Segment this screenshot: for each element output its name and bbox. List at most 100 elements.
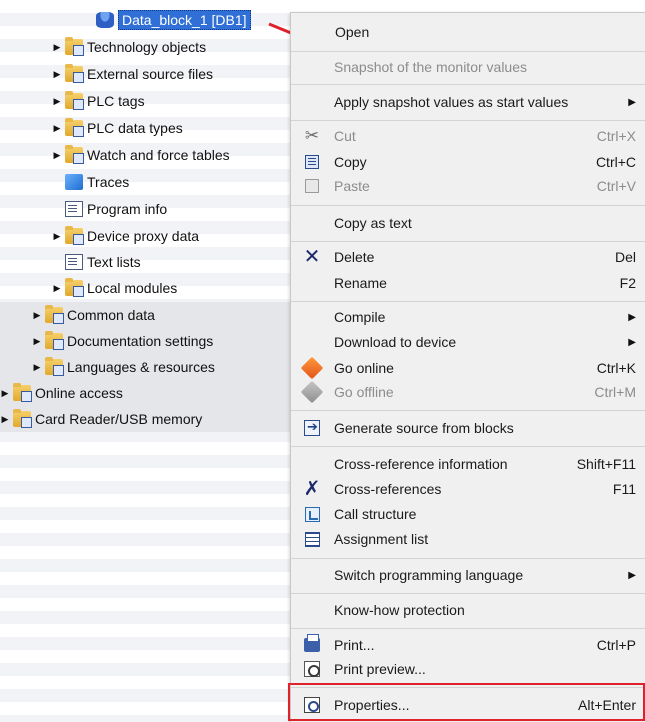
tree-item-plc-data-types[interactable]: ▶ PLC data types xyxy=(0,115,300,141)
tree-item-documentation-settings[interactable]: ▶ Documentation settings xyxy=(0,328,300,354)
menu-item-label: Paste xyxy=(334,178,370,194)
menu-separator xyxy=(291,410,645,411)
tree-item-online-access[interactable]: ▶ Online access xyxy=(0,380,300,406)
tree-item-program-info[interactable]: Program info xyxy=(0,196,300,222)
tree-item-local-modules[interactable]: ▶ Local modules xyxy=(0,275,300,301)
menu-item-compile[interactable]: Compile ▶ xyxy=(291,304,645,330)
menu-item-switch-language[interactable]: Switch programming language ▶ xyxy=(291,562,645,588)
submenu-arrow-icon: ▶ xyxy=(628,336,636,348)
expand-arrow-icon[interactable]: ▶ xyxy=(0,413,10,425)
menu-item-know-how-protection[interactable]: Know-how protection xyxy=(291,597,645,623)
tree-item-common-data[interactable]: ▶ Common data xyxy=(0,302,300,328)
tree-item-card-reader-usb[interactable]: ▶ Card Reader/USB memory xyxy=(0,406,300,432)
tree-item-label: Languages & resources xyxy=(67,359,215,375)
text-lists-icon xyxy=(65,254,83,270)
menu-item-shortcut: Ctrl+X xyxy=(596,128,636,144)
tree-item-label: Card Reader/USB memory xyxy=(35,411,203,427)
tree-item-languages-resources[interactable]: ▶ Languages & resources xyxy=(0,354,300,380)
menu-item-properties[interactable]: Properties... Alt+Enter xyxy=(291,692,645,718)
go-offline-icon xyxy=(300,380,324,404)
menu-item-assignment-list[interactable]: Assignment list xyxy=(291,526,645,552)
properties-icon xyxy=(303,696,321,714)
menu-item-copy-as-text[interactable]: Copy as text xyxy=(291,210,645,236)
menu-item-label: Go offline xyxy=(334,384,394,400)
menu-separator xyxy=(291,120,645,121)
expand-arrow-icon[interactable]: ▶ xyxy=(32,335,42,347)
menu-item-label: Open xyxy=(335,24,370,40)
expand-arrow-icon[interactable]: ▶ xyxy=(52,282,62,294)
cross-references-icon: ✗ xyxy=(303,478,321,500)
menu-item-label: Copy as text xyxy=(334,215,412,231)
menu-item-shortcut: Ctrl+V xyxy=(596,178,636,194)
expand-arrow-icon[interactable]: ▶ xyxy=(32,309,42,321)
watch-force-folder-icon xyxy=(65,145,84,164)
expand-arrow-icon[interactable]: ▶ xyxy=(52,230,62,242)
menu-item-delete[interactable]: ✕ Delete Del xyxy=(291,244,645,270)
tree-item-data-block-1[interactable]: Data_block_1 [DB1] xyxy=(0,7,300,33)
tree-item-label: Program info xyxy=(87,201,168,217)
card-reader-folder-icon xyxy=(13,409,32,428)
menu-item-label: Know-how protection xyxy=(334,602,465,618)
tree-item-external-source-files[interactable]: ▶ External source files xyxy=(0,61,300,87)
menu-separator xyxy=(291,51,645,52)
tree-item-text-lists[interactable]: Text lists xyxy=(0,249,300,275)
expand-arrow-icon[interactable]: ▶ xyxy=(52,95,62,107)
menu-item-print-preview[interactable]: Print preview... xyxy=(291,656,645,682)
menu-item-label: Cross-references xyxy=(334,481,442,497)
menu-item-print[interactable]: Print... Ctrl+P xyxy=(291,632,645,658)
tree-item-plc-tags[interactable]: ▶ PLC tags xyxy=(0,88,300,114)
documentation-folder-icon xyxy=(45,331,64,350)
tree-item-label: Online access xyxy=(35,385,123,401)
menu-item-generate-source[interactable]: Generate source from blocks xyxy=(291,415,645,441)
menu-item-label: Apply snapshot values as start values xyxy=(334,94,569,110)
menu-item-label: Copy xyxy=(334,154,367,170)
menu-item-cross-reference-info[interactable]: Cross-reference information Shift+F11 xyxy=(291,451,645,477)
menu-item-label: Snapshot of the monitor values xyxy=(334,59,528,75)
tree-item-technology-objects[interactable]: ▶ Technology objects xyxy=(0,34,300,60)
menu-item-shortcut: Shift+F11 xyxy=(576,456,636,472)
menu-item-snapshot: Snapshot of the monitor values xyxy=(291,54,645,80)
menu-item-label: Assignment list xyxy=(334,531,429,547)
menu-item-call-structure[interactable]: Call structure xyxy=(291,501,645,527)
tree-item-label: Text lists xyxy=(87,254,141,270)
menu-separator xyxy=(291,687,645,688)
tree-item-watch-and-force-tables[interactable]: ▶ Watch and force tables xyxy=(0,142,300,168)
menu-item-copy[interactable]: Copy Ctrl+C xyxy=(291,149,645,175)
expand-arrow-icon[interactable]: ▶ xyxy=(52,149,62,161)
expand-arrow-icon[interactable]: ▶ xyxy=(32,361,42,373)
menu-separator xyxy=(291,593,645,594)
menu-item-download-to-device[interactable]: Download to device ▶ xyxy=(291,329,645,355)
expand-arrow-icon[interactable]: ▶ xyxy=(52,68,62,80)
menu-item-label: Rename xyxy=(334,275,387,291)
online-access-folder-icon xyxy=(13,383,32,402)
menu-item-shortcut: Ctrl+P xyxy=(596,637,636,653)
tree-item-label: Common data xyxy=(67,307,155,323)
menu-separator xyxy=(291,628,645,629)
technology-objects-folder-icon xyxy=(65,37,84,56)
menu-item-paste: Paste Ctrl+V xyxy=(291,173,645,199)
tree-item-traces[interactable]: Traces xyxy=(0,169,300,195)
expand-arrow-icon[interactable]: ▶ xyxy=(52,122,62,134)
menu-item-apply-snapshot[interactable]: Apply snapshot values as start values ▶ xyxy=(291,89,645,115)
menu-item-shortcut: Alt+Enter xyxy=(578,697,636,713)
menu-item-label: Print preview... xyxy=(334,661,426,677)
menu-item-label: Generate source from blocks xyxy=(334,420,514,436)
tree-item-label: Data_block_1 [DB1] xyxy=(118,10,251,30)
expand-arrow-icon[interactable]: ▶ xyxy=(0,387,10,399)
program-info-icon xyxy=(65,201,83,217)
menu-item-cross-references[interactable]: ✗ Cross-references F11 xyxy=(291,476,645,502)
submenu-arrow-icon: ▶ xyxy=(628,96,636,108)
menu-item-label: Switch programming language xyxy=(334,567,524,583)
menu-item-label: Call structure xyxy=(334,506,417,522)
tree-item-label: Device proxy data xyxy=(87,228,200,244)
menu-item-open[interactable]: Open xyxy=(291,19,645,45)
menu-item-go-offline: Go offline Ctrl+M xyxy=(291,379,645,405)
menu-separator xyxy=(291,241,645,242)
expand-arrow-icon[interactable]: ▶ xyxy=(52,41,62,53)
menu-item-go-online[interactable]: Go online Ctrl+K xyxy=(291,355,645,381)
traces-icon xyxy=(65,174,83,190)
menu-item-shortcut: F2 xyxy=(619,275,636,291)
menu-item-shortcut: Ctrl+K xyxy=(596,360,636,376)
menu-item-rename[interactable]: Rename F2 xyxy=(291,270,645,296)
tree-item-device-proxy-data[interactable]: ▶ Device proxy data xyxy=(0,223,300,249)
